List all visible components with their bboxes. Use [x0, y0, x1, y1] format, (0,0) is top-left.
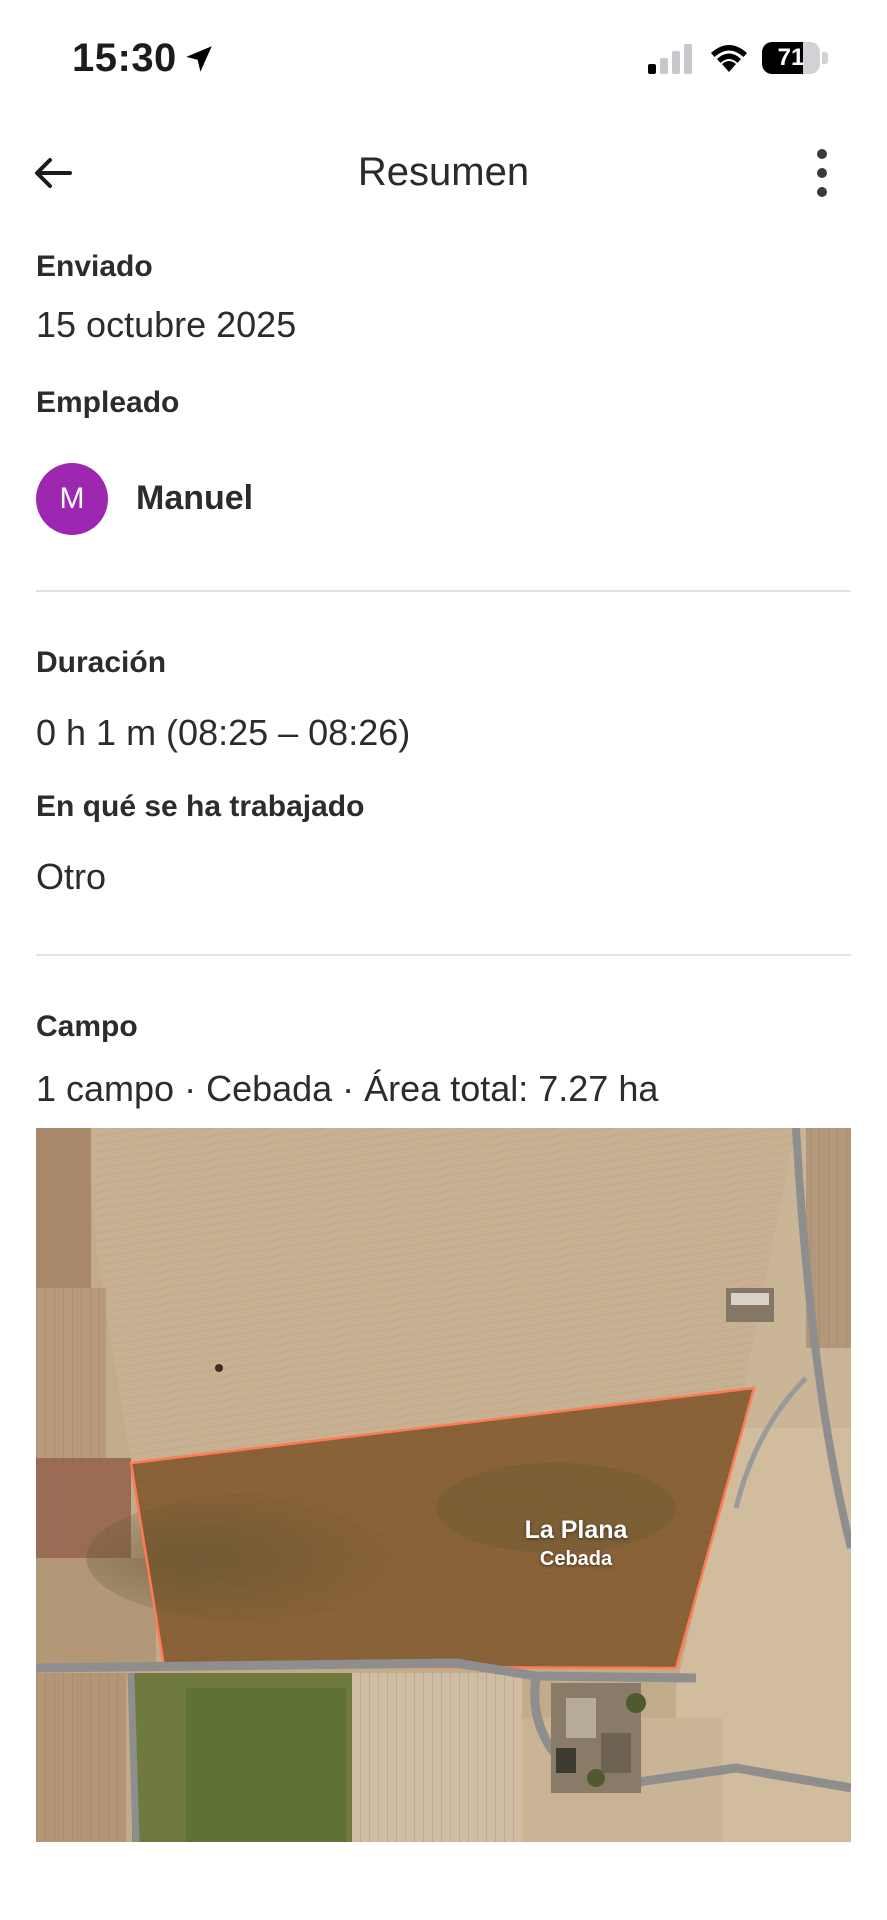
divider — [36, 954, 851, 956]
field-summary: 1 campo · Cebada · Área total: 7.27 ha — [36, 1068, 659, 1109]
cellular-signal-icon — [648, 44, 692, 74]
battery-indicator: 71 — [762, 42, 830, 74]
satellite-map-image — [36, 1128, 851, 1842]
divider — [36, 590, 851, 592]
employee-name: Manuel — [136, 479, 254, 517]
field-crop-label: Cebada — [539, 1548, 613, 1570]
wifi-icon — [711, 45, 747, 72]
more-vertical-icon[interactable] — [800, 146, 844, 200]
status-bar: 15:30 71 — [0, 0, 887, 118]
sent-date: 15 octubre 2025 — [36, 304, 297, 345]
field-name-label: La Plana — [524, 1516, 628, 1544]
battery-percent: 71 — [777, 44, 805, 71]
work-label: En qué se ha trabajado — [36, 790, 365, 823]
page-title: Resumen — [357, 150, 530, 194]
app-bar: Resumen — [0, 118, 887, 228]
avatar: M — [36, 463, 108, 535]
employee-label: Empleado — [36, 386, 180, 419]
status-time: 15:30 — [72, 36, 177, 80]
work-value: Otro — [36, 856, 107, 897]
sent-label: Enviado — [36, 250, 153, 283]
employee-row[interactable]: M Manuel — [36, 463, 851, 535]
duration-value: 0 h 1 m (08:25 – 08:26) — [36, 712, 411, 753]
location-arrow-icon — [186, 46, 212, 72]
field-map[interactable]: La Plana Cebada — [36, 1128, 851, 1842]
duration-label: Duración — [36, 646, 167, 679]
field-label: Campo — [36, 1010, 138, 1043]
